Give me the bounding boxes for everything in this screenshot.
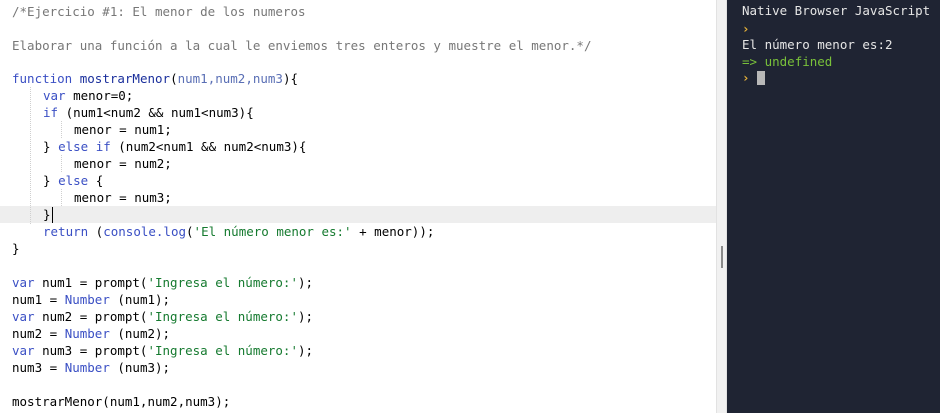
console-result-line: => undefined <box>742 54 833 69</box>
code-line[interactable]: num1 = Number (num1); <box>12 291 170 308</box>
console-input-cursor[interactable] <box>757 71 765 85</box>
code-line[interactable]: /*Ejercicio #1: El menor de los numeros <box>12 3 306 20</box>
code-line[interactable]: } else if (num2<num1 && num2<num3){ <box>43 138 306 155</box>
console-title: Native Browser JavaScript <box>742 3 931 18</box>
active-line-highlight <box>0 206 716 223</box>
code-line[interactable]: } <box>43 206 51 223</box>
text-cursor <box>52 207 53 223</box>
code-line[interactable]: menor = num1; <box>74 121 172 138</box>
indent-guide <box>30 87 31 224</box>
code-line[interactable]: } else { <box>43 172 103 189</box>
code-line[interactable]: if (num1<num2 && num1<num3){ <box>43 104 254 121</box>
code-line[interactable]: var num1 = prompt('Ingresa el número:'); <box>12 274 313 291</box>
splitter-grip-handle[interactable] <box>721 246 723 268</box>
code-line[interactable]: return (console.log('El número menor es:… <box>43 223 434 240</box>
code-line[interactable]: function mostrarMenor(num1,num2,num3){ <box>12 70 298 87</box>
indent-guide <box>61 189 62 206</box>
code-line[interactable]: var menor=0; <box>43 87 133 104</box>
console-panel[interactable]: Native Browser JavaScript › El número me… <box>727 0 940 413</box>
code-line[interactable]: } <box>12 240 20 257</box>
code-line[interactable]: var num2 = prompt('Ingresa el número:'); <box>12 308 313 325</box>
code-line[interactable]: mostrarMenor(num1,num2,num3); <box>12 393 230 410</box>
code-line[interactable]: Elaborar una función a la cual le enviem… <box>12 37 591 54</box>
code-line[interactable]: menor = num3; <box>74 189 172 206</box>
code-line[interactable]: var num3 = prompt('Ingresa el número:'); <box>12 342 313 359</box>
code-line[interactable]: num3 = Number (num3); <box>12 359 170 376</box>
code-line[interactable]: num2 = Number (num2); <box>12 325 170 342</box>
indent-guide <box>61 155 62 172</box>
console-prompt-icon: › <box>742 21 750 36</box>
code-editor[interactable]: /*Ejercicio #1: El menor de los numeros … <box>0 0 716 413</box>
code-line[interactable]: menor = num2; <box>74 155 172 172</box>
pane-splitter[interactable] <box>716 0 727 413</box>
console-prompt-icon: › <box>742 70 750 85</box>
indent-guide <box>61 121 62 138</box>
console-output-line: El número menor es:2 <box>742 37 893 52</box>
